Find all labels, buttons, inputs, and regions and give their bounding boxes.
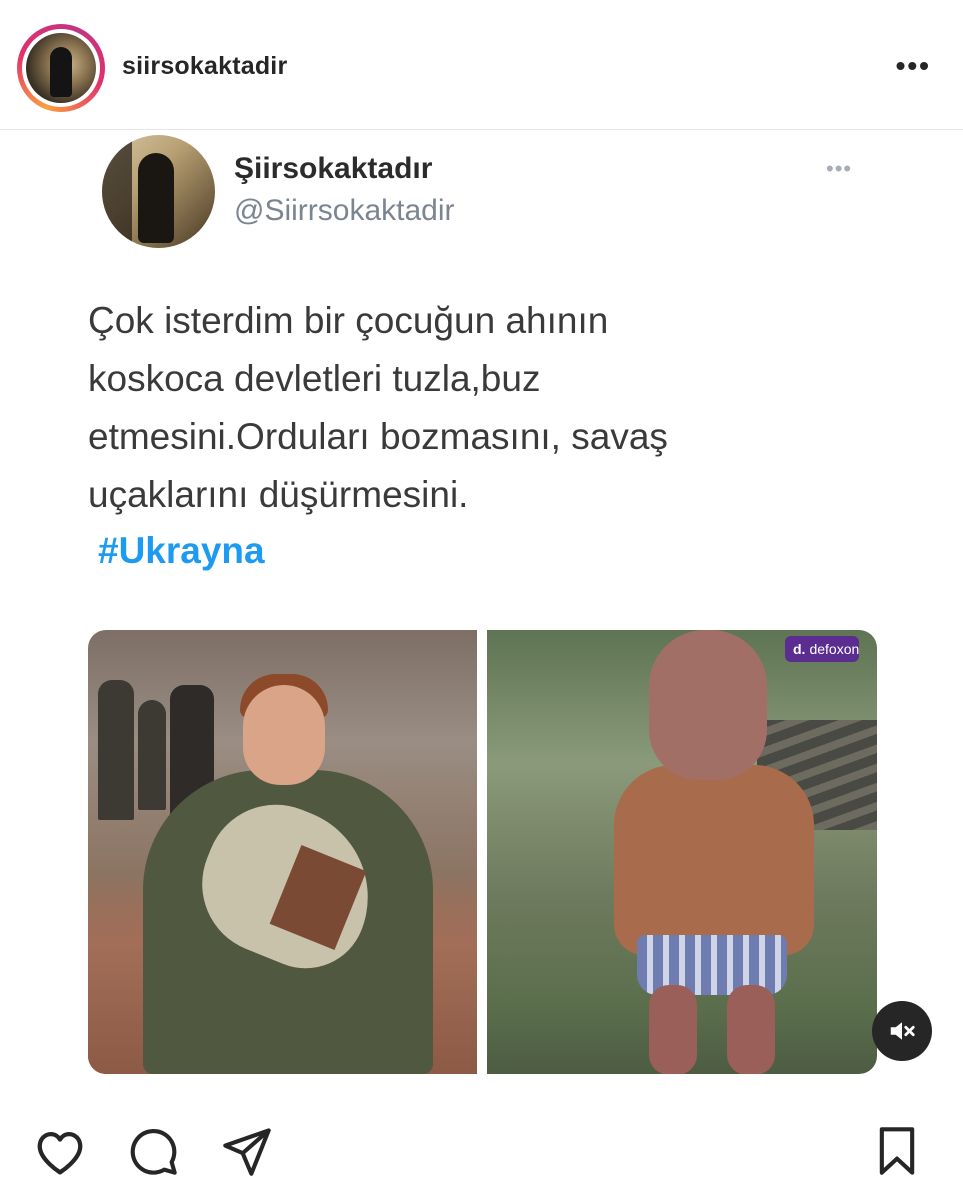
more-options-icon[interactable]: ••• bbox=[896, 52, 931, 80]
mute-button[interactable] bbox=[872, 1001, 932, 1061]
heart-icon bbox=[37, 1131, 83, 1175]
badge-logo: d. bbox=[793, 641, 806, 657]
profile-avatar[interactable] bbox=[17, 24, 105, 112]
post-username[interactable]: siirsokaktadir bbox=[122, 52, 287, 81]
share-icon bbox=[223, 1128, 271, 1176]
tweet-photo-right bbox=[487, 630, 877, 1074]
tweet-handle: @Siirrsokaktadir bbox=[234, 194, 455, 227]
watermark-badge: d. defoxon bbox=[785, 636, 859, 662]
tweet-display-name: Şiirsokaktadır bbox=[234, 152, 433, 185]
share-button[interactable] bbox=[220, 1124, 274, 1178]
tweet-text-line: etmesini.Orduları bozmasını, savaş bbox=[88, 416, 668, 457]
tweet-more-icon: ••• bbox=[826, 156, 853, 181]
tweet-text-line: Çok isterdim bir çocuğun ahının bbox=[88, 300, 609, 341]
tweet-text-line: koskoca devletleri tuzla,buz bbox=[88, 358, 541, 399]
avatar-image bbox=[26, 33, 96, 103]
save-button[interactable] bbox=[870, 1124, 924, 1178]
tweet-text-line: uçaklarını düşürmesini. bbox=[88, 474, 469, 515]
post-header: siirsokaktadir ••• bbox=[0, 0, 963, 130]
like-button[interactable] bbox=[33, 1124, 87, 1178]
tweet-photo-left bbox=[88, 630, 477, 1074]
tweet-text: Çok isterdim bir çocuğun ahının koskoca … bbox=[88, 292, 808, 524]
tweet-avatar bbox=[102, 135, 215, 248]
bookmark-icon bbox=[879, 1127, 915, 1175]
comment-icon bbox=[130, 1129, 177, 1175]
badge-text: defoxon bbox=[809, 641, 860, 657]
comment-button[interactable] bbox=[126, 1124, 180, 1178]
muted-speaker-icon bbox=[890, 1022, 915, 1040]
tweet-hashtag: #Ukrayna bbox=[98, 530, 265, 571]
